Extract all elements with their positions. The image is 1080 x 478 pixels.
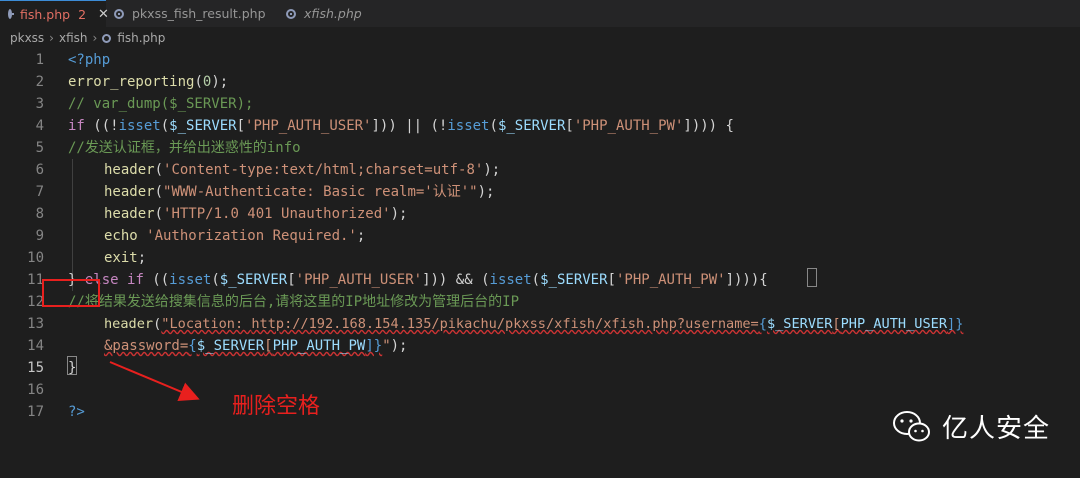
brand-watermark: 亿人安全 (892, 408, 1050, 445)
wechat-icon (893, 410, 930, 441)
brand-name: 亿人安全 (942, 414, 1051, 444)
annotation-label: 删除空格 (232, 394, 321, 419)
annotation-arrow (109, 361, 200, 402)
